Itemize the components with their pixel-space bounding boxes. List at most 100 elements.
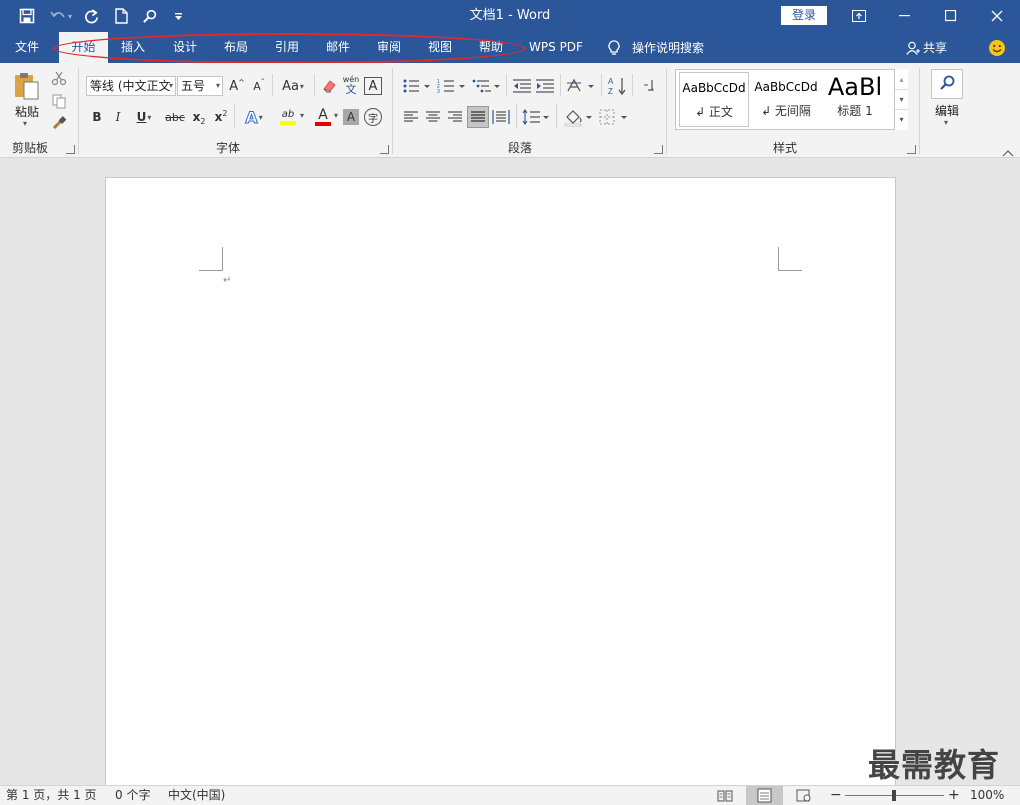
tab-references[interactable]: 引用 bbox=[265, 32, 309, 63]
bullets-icon[interactable] bbox=[402, 77, 432, 95]
font-color-button[interactable]: A ▾ bbox=[308, 106, 338, 128]
phonetic-guide-button[interactable]: wén 文 bbox=[342, 75, 360, 97]
font-dialog-launcher-icon[interactable] bbox=[380, 145, 389, 154]
redo-icon[interactable] bbox=[80, 0, 102, 32]
tab-insert[interactable]: 插入 bbox=[111, 32, 155, 63]
style-normal[interactable]: AaBbCcDd ↲ 正文 bbox=[679, 72, 749, 127]
tab-file[interactable]: 文件 bbox=[4, 32, 50, 63]
new-document-icon[interactable] bbox=[110, 0, 132, 32]
styles-dialog-launcher-icon[interactable] bbox=[907, 145, 916, 154]
read-mode-icon[interactable] bbox=[717, 789, 733, 802]
tab-mailings[interactable]: 邮件 bbox=[316, 32, 360, 63]
tab-layout[interactable]: 布局 bbox=[214, 32, 258, 63]
style-normal-sample: AaBbCcDd bbox=[682, 81, 746, 95]
language-indicator[interactable]: 中文(中国) bbox=[168, 786, 225, 805]
strikethrough-button[interactable]: abc bbox=[163, 108, 187, 126]
increase-indent-icon[interactable] bbox=[535, 77, 555, 95]
zoom-level[interactable]: 100% bbox=[970, 786, 1004, 805]
font-size-combo[interactable]: 五号 ▾ bbox=[177, 76, 223, 96]
bold-button[interactable]: B bbox=[89, 108, 105, 126]
character-border-label: A bbox=[368, 78, 378, 94]
save-icon[interactable] bbox=[14, 0, 40, 32]
clipboard-dialog-launcher-icon[interactable] bbox=[66, 145, 75, 154]
multilevel-list-icon[interactable] bbox=[472, 77, 502, 95]
share-button[interactable]: 共享 bbox=[906, 32, 947, 63]
style-heading-1[interactable]: AaBl 标题 1 bbox=[823, 72, 887, 127]
align-left-icon[interactable] bbox=[402, 108, 420, 126]
grow-font-button[interactable]: A ^ bbox=[228, 77, 246, 95]
person-icon bbox=[906, 41, 920, 55]
phonetic-guide-bottom: 文 bbox=[345, 83, 357, 96]
paste-button[interactable]: 粘贴 bbox=[10, 103, 44, 119]
subscript-button[interactable]: x2 bbox=[190, 108, 208, 126]
align-right-icon[interactable] bbox=[446, 108, 464, 126]
zoom-slider-thumb[interactable] bbox=[892, 790, 896, 801]
copy-icon[interactable] bbox=[51, 93, 67, 109]
tab-help[interactable]: 帮助 bbox=[469, 32, 513, 63]
ribbon-display-options-icon[interactable] bbox=[836, 0, 882, 32]
highlight-color-swatch bbox=[280, 121, 296, 125]
tab-wps-pdf[interactable]: WPS PDF bbox=[524, 32, 588, 63]
tab-view[interactable]: 视图 bbox=[418, 32, 462, 63]
paragraph-mark: ↵ bbox=[223, 275, 232, 286]
login-button[interactable]: 登录 bbox=[781, 6, 827, 25]
close-icon[interactable] bbox=[974, 0, 1020, 32]
clear-formatting-icon[interactable] bbox=[321, 77, 339, 95]
tab-review[interactable]: 审阅 bbox=[367, 32, 411, 63]
character-shading-button[interactable]: A bbox=[343, 109, 359, 125]
paste-icon[interactable] bbox=[12, 71, 44, 101]
print-layout-icon[interactable] bbox=[746, 786, 783, 805]
sort-icon[interactable]: AZ bbox=[607, 76, 627, 96]
word-count[interactable]: 0 个字 bbox=[115, 786, 150, 805]
justify-icon[interactable] bbox=[467, 106, 489, 128]
numbering-icon[interactable]: 123 bbox=[437, 77, 467, 95]
paragraph-dialog-launcher-icon[interactable] bbox=[654, 145, 663, 154]
undo-icon[interactable]: ▾ bbox=[46, 0, 76, 32]
zoom-out-button[interactable]: − bbox=[830, 786, 842, 805]
tab-home[interactable]: 开始 bbox=[59, 32, 108, 63]
editing-dropdown-arrow[interactable]: ▾ bbox=[944, 118, 948, 127]
cut-icon[interactable] bbox=[51, 70, 67, 86]
editing-button[interactable]: 编辑 bbox=[926, 102, 968, 118]
search-icon[interactable] bbox=[138, 0, 160, 32]
distributed-align-icon[interactable] bbox=[492, 108, 510, 126]
text-effects-label: A bbox=[245, 107, 258, 127]
margin-corner-top-left bbox=[199, 247, 223, 271]
margin-corner-top-right bbox=[778, 247, 802, 271]
highlight-button[interactable]: ab ▾ bbox=[272, 106, 304, 128]
decrease-indent-icon[interactable] bbox=[512, 77, 532, 95]
text-effects-button[interactable]: A ▾ bbox=[240, 107, 268, 127]
chinese-layout-icon[interactable] bbox=[566, 77, 596, 95]
underline-button[interactable]: U ▾ bbox=[131, 108, 157, 126]
paste-dropdown-arrow[interactable]: ▾ bbox=[23, 119, 27, 128]
shrink-font-button[interactable]: Aˇ bbox=[250, 77, 268, 95]
web-layout-icon[interactable] bbox=[796, 789, 812, 802]
chevron-down-icon[interactable]: ▾ bbox=[895, 89, 908, 109]
font-name-combo[interactable]: 等线 (中文正文 ▾ bbox=[86, 76, 176, 96]
tell-me-search[interactable]: 操作说明搜索 bbox=[608, 32, 704, 63]
shading-icon[interactable] bbox=[563, 107, 595, 127]
tab-design[interactable]: 设计 bbox=[163, 32, 207, 63]
collapse-ribbon-icon[interactable] bbox=[1002, 146, 1014, 157]
align-center-icon[interactable] bbox=[424, 108, 442, 126]
smiley-feedback-icon[interactable] bbox=[988, 39, 1006, 57]
customize-toolbar-icon[interactable] bbox=[168, 0, 188, 32]
superscript-button[interactable]: x2 bbox=[212, 108, 230, 126]
line-spacing-icon[interactable] bbox=[521, 108, 551, 126]
borders-icon[interactable] bbox=[598, 107, 630, 127]
find-icon[interactable] bbox=[931, 69, 963, 99]
zoom-in-button[interactable]: + bbox=[948, 786, 960, 805]
minimize-icon[interactable] bbox=[882, 0, 928, 32]
enclose-characters-label: 字 bbox=[368, 113, 378, 125]
styles-more-icon[interactable]: ▾ bbox=[895, 109, 908, 128]
show-formatting-marks-icon[interactable] bbox=[640, 77, 656, 95]
italic-button[interactable]: I bbox=[110, 108, 126, 126]
maximize-icon[interactable] bbox=[928, 0, 974, 32]
format-painter-icon[interactable] bbox=[51, 115, 67, 131]
character-border-button[interactable]: A bbox=[364, 77, 382, 95]
style-no-spacing[interactable]: AaBbCcDd ↲ 无间隔 bbox=[751, 72, 821, 127]
enclose-characters-button[interactable]: 字 bbox=[364, 108, 382, 126]
page-count[interactable]: 第 1 页，共 1 页 bbox=[6, 786, 97, 805]
change-case-button[interactable]: Aa ▾ bbox=[278, 77, 308, 95]
chevron-up-icon[interactable]: ▴ bbox=[895, 69, 908, 89]
